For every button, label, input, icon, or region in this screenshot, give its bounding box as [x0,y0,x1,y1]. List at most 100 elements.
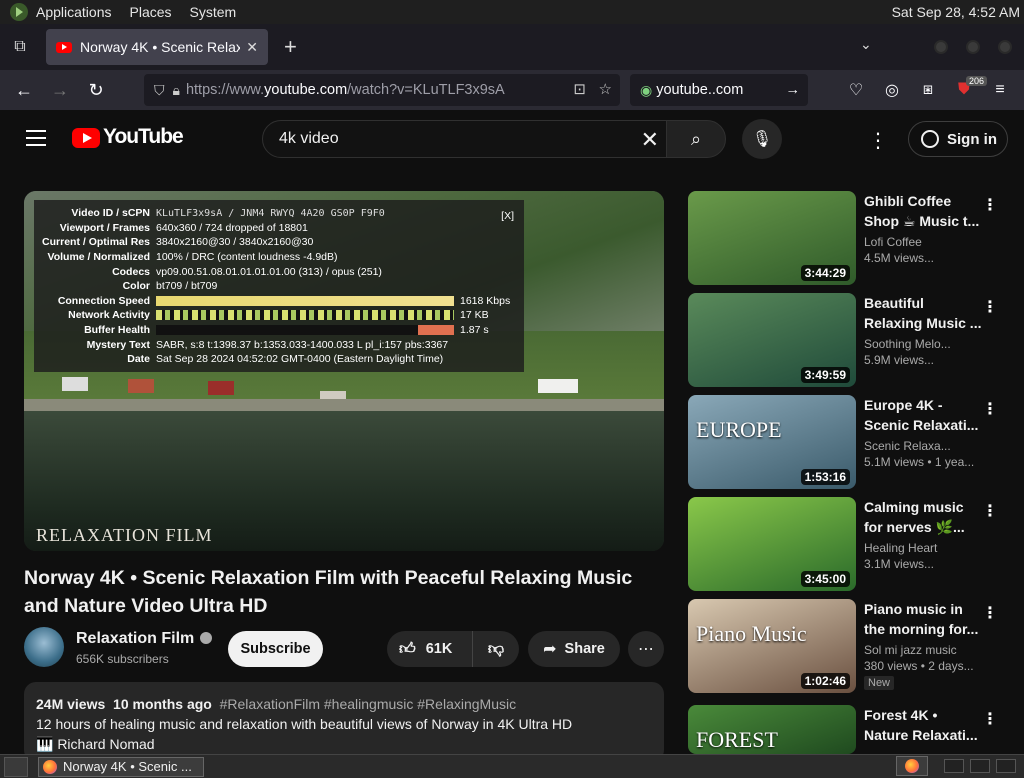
thumbnail-text: EUROPE [696,417,782,442]
clear-search-icon[interactable]: ✕ [641,127,659,153]
menu-system[interactable]: System [190,4,237,20]
subscriber-count: 656K subscribers [76,652,169,666]
video-menu-kebab-icon[interactable]: ⋮ [982,399,998,419]
related-video-channel[interactable]: Lofi Coffee [864,235,982,249]
stats-row: Video ID / sCPN KLuTLF3x9sA / JNM4 RWYQ 4… [34,206,524,221]
stats-row: Buffer Health 1.87 s [34,323,524,338]
related-video-item[interactable]: Piano Music 1:02:46 Piano music in the mor… [688,599,1008,693]
related-video-title[interactable]: Piano music in the morning for... [864,599,982,639]
dislike-button[interactable]: 👎︎ [473,640,519,659]
video-menu-kebab-icon[interactable]: ⋮ [982,297,998,317]
stats-value: Sat Sep 28 2024 04:52:02 GMT-0400 (Easte… [156,353,444,366]
list-all-tabs-icon[interactable]: ⌄ [860,36,872,53]
url-host: youtube.com [264,82,348,98]
related-video-title[interactable]: Beautiful Relaxing Music ... [864,293,982,333]
taskbar-window-firefox[interactable]: Norway 4K • Scenic ... [38,756,204,777]
video-thumbnail[interactable]: Piano Music 1:02:46 [688,599,856,693]
channel-avatar[interactable] [24,627,64,667]
voice-search-button[interactable]: 🎙︎ [742,119,782,159]
video-menu-kebab-icon[interactable]: ⋮ [982,195,998,215]
stats-value: 1618 Kbps [460,294,511,307]
video-thumbnail[interactable]: FOREST [688,705,856,754]
guide-menu-icon[interactable] [26,130,46,146]
hashtags[interactable]: #RelaxationFilm #healingmusic #RelaxingM… [220,696,516,712]
duration-badge: 3:44:29 [800,265,850,281]
related-video-channel[interactable]: Scenic Relaxa... [864,439,982,453]
youtube-logo-text[interactable]: YouTube [103,125,184,149]
workspace-3[interactable] [996,759,1016,773]
video-menu-kebab-icon[interactable]: ⋮ [982,709,998,729]
video-menu-kebab-icon[interactable]: ⋮ [982,501,998,521]
close-window-button[interactable] [998,40,1012,54]
description-box[interactable]: 24M views 10 months ago #RelaxationFilm … [24,682,664,762]
related-video-item[interactable]: 3:44:29 Ghibli Coffee Shop ☕ Music t... Lo… [688,191,1008,285]
related-video-views: 5.1M views • 1 yea... [864,455,975,469]
bookmark-star-icon[interactable]: ☆ [599,80,612,98]
more-actions-button[interactable]: ⋯ [628,631,664,667]
video-thumbnail[interactable]: 3:49:59 [688,293,856,387]
channel-watermark: RELAXATION FILM [36,525,213,545]
tab-youtube[interactable]: Norway 4K • Scenic Relaxati ✕ [46,29,268,65]
close-tab-icon[interactable]: ✕ [246,39,258,56]
stats-close-button[interactable]: [X] [501,210,514,222]
picture-in-picture-icon[interactable]: ⊡ [573,80,586,98]
firefox-launcher[interactable] [896,756,928,776]
lock-icon[interactable]: 🔒︎ [173,82,180,99]
distro-logo-icon[interactable] [10,3,28,21]
video-thumbnail[interactable]: 3:44:29 [688,191,856,285]
related-video-channel[interactable]: Soothing Melo... [864,337,982,351]
youtube-logo-icon[interactable] [72,128,100,148]
workspace-1[interactable] [944,759,964,773]
menu-applications[interactable]: Applications [36,4,112,20]
related-video-channel[interactable]: Healing Heart [864,541,982,555]
sign-in-button[interactable]: Sign in [908,121,1008,157]
duration-badge: 3:45:00 [800,571,850,587]
thumbs-up-icon: 👍︎ [399,640,416,658]
related-video-item[interactable]: 3:45:00 Calming music for nerves 🌿... Heal… [688,497,1008,591]
stats-key: Color [122,280,150,293]
thumbnail-text: FOREST [696,727,778,752]
video-thumbnail[interactable]: 3:45:00 [688,497,856,591]
search-go-icon[interactable]: → [786,82,801,98]
menu-places[interactable]: Places [130,4,172,20]
related-video-item[interactable]: FOREST Forest 4K • Nature Relaxati... ⋮ [688,705,1008,754]
related-video-channel[interactable]: Sol mi jazz music [864,643,982,657]
search-input[interactable]: 4k video ✕ [262,120,674,158]
account-icon[interactable]: ◎ [874,70,910,110]
url-bar[interactable]: ⛉ 🔒︎ https://www. youtube.com/watch?v=KLu… [144,74,620,106]
search-button[interactable]: ⌕ [666,120,726,158]
search-bar[interactable]: ◉ youtube..com → [630,74,808,106]
clock[interactable]: Sat Sep 28, 4:52 AM [892,4,1020,20]
firefox-view-icon[interactable]: ⧉ [0,24,40,70]
video-thumbnail[interactable]: EUROPE 1:53:16 [688,395,856,489]
related-video-title[interactable]: Forest 4K • Nature Relaxati... [864,705,982,745]
channel-name[interactable]: Relaxation Film [76,630,213,648]
workspace-2[interactable] [970,759,990,773]
stats-row: Volume / Normalized 100% / DRC (content l… [34,250,524,265]
video-menu-kebab-icon[interactable]: ⋮ [982,603,998,623]
share-button[interactable]: ➦ Share [528,631,620,667]
ublock-extension-icon[interactable]: ⛊ 206 [946,70,988,110]
maximize-window-button[interactable] [966,40,980,54]
related-video-title[interactable]: Europe 4K - Scenic Relaxati... [864,395,982,435]
pocket-icon[interactable]: ♡ [838,70,874,110]
forward-icon[interactable]: → [42,72,78,108]
new-tab-icon[interactable]: + [284,34,297,60]
back-icon[interactable]: ← [6,72,42,108]
reload-icon[interactable]: ↻ [78,72,114,108]
related-video-item[interactable]: 3:49:59 Beautiful Relaxing Music ... Sooth… [688,293,1008,387]
stats-value: SABR, s:8 t:1398.37 b:1353.033-1400.033 … [156,338,449,351]
related-video-item[interactable]: EUROPE 1:53:16 Europe 4K - Scenic Relaxati… [688,395,1008,489]
subscribe-button[interactable]: Subscribe [228,631,323,667]
extensions-icon[interactable]: ⧆ [910,70,946,110]
settings-kebab-icon[interactable]: ⋮ [868,128,888,153]
like-dislike-group: 👍︎ 61K 👎︎ [387,631,519,667]
show-desktop-button[interactable] [4,756,28,777]
share-label: Share [564,641,605,657]
related-video-title[interactable]: Calming music for nerves 🌿... [864,497,982,537]
minimize-window-button[interactable] [934,40,948,54]
like-button[interactable]: 👍︎ 61K [387,631,473,667]
related-video-title[interactable]: Ghibli Coffee Shop ☕ Music t... [864,191,982,231]
app-menu-icon[interactable]: ≡ [982,70,1018,110]
shield-icon[interactable]: ⛉ [154,82,165,99]
